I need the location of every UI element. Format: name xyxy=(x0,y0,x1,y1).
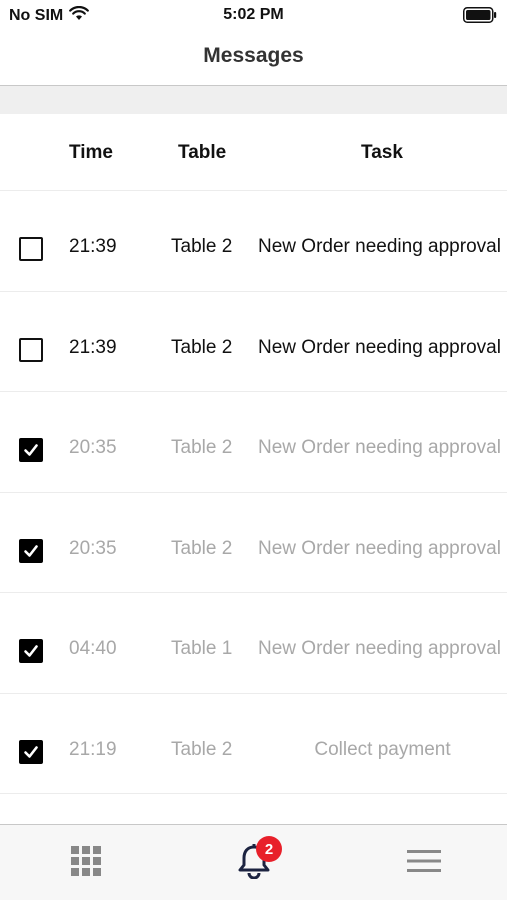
notification-badge: 2 xyxy=(256,836,282,862)
navigation-bar: Messages xyxy=(0,30,507,86)
row-task: New Order needing approval xyxy=(258,638,501,659)
row-task: New Order needing approval xyxy=(258,236,501,257)
column-header-table: Table xyxy=(178,142,227,163)
row-checkbox[interactable] xyxy=(19,739,43,764)
page-title: Messages xyxy=(203,44,304,67)
column-header-task: Task xyxy=(361,142,403,163)
status-bar: No SIM 5:02 PM xyxy=(0,0,507,30)
tab-menu[interactable] xyxy=(398,825,450,900)
row-checkbox[interactable] xyxy=(19,237,43,261)
column-header-time: Time xyxy=(69,142,114,163)
row-task: New Order needing approval xyxy=(258,537,501,559)
table-row[interactable]: 04:40 Table 1 New Order needing approval xyxy=(0,593,507,694)
row-table: Table 1 xyxy=(171,638,233,659)
row-time: 04:40 xyxy=(69,638,117,659)
row-table: Table 2 xyxy=(171,236,233,257)
row-time: 20:35 xyxy=(69,437,117,458)
row-table: Table 2 xyxy=(171,437,233,458)
row-table: Table 2 xyxy=(171,537,233,559)
section-separator xyxy=(0,86,507,114)
row-time: 21:39 xyxy=(69,236,117,257)
row-checkbox[interactable] xyxy=(19,538,43,563)
row-time: 21:39 xyxy=(69,336,117,358)
table-row[interactable]: 21:39 Table 2 New Order needing approval xyxy=(0,191,507,292)
table-row[interactable]: 20:35 Table 2 New Order needing approval xyxy=(0,392,507,493)
row-time: 20:35 xyxy=(69,537,117,559)
row-checkbox[interactable] xyxy=(19,639,43,663)
row-task: New Order needing approval xyxy=(258,336,501,358)
row-task: New Order needing approval xyxy=(258,437,501,458)
row-table: Table 2 xyxy=(171,738,233,760)
grid-icon xyxy=(70,845,102,882)
tab-grid[interactable] xyxy=(60,825,112,900)
status-time: 5:02 PM xyxy=(223,6,284,23)
battery-icon xyxy=(463,7,497,23)
table-header: Time Table Task xyxy=(0,114,507,191)
messages-list: 21:39 Table 2 New Order needing approval… xyxy=(0,191,507,794)
table-row[interactable]: 21:39 Table 2 New Order needing approval xyxy=(0,292,507,392)
hamburger-menu-icon xyxy=(407,849,441,878)
table-row[interactable]: 21:19 Table 2 Collect payment xyxy=(0,694,507,794)
tab-bar xyxy=(0,824,507,900)
row-checkbox[interactable] xyxy=(19,337,43,362)
row-table: Table 2 xyxy=(171,336,233,358)
row-checkbox[interactable] xyxy=(19,438,43,462)
row-time: 21:19 xyxy=(69,738,117,760)
table-row[interactable]: 20:35 Table 2 New Order needing approval xyxy=(0,493,507,593)
row-task: Collect payment xyxy=(314,738,451,760)
